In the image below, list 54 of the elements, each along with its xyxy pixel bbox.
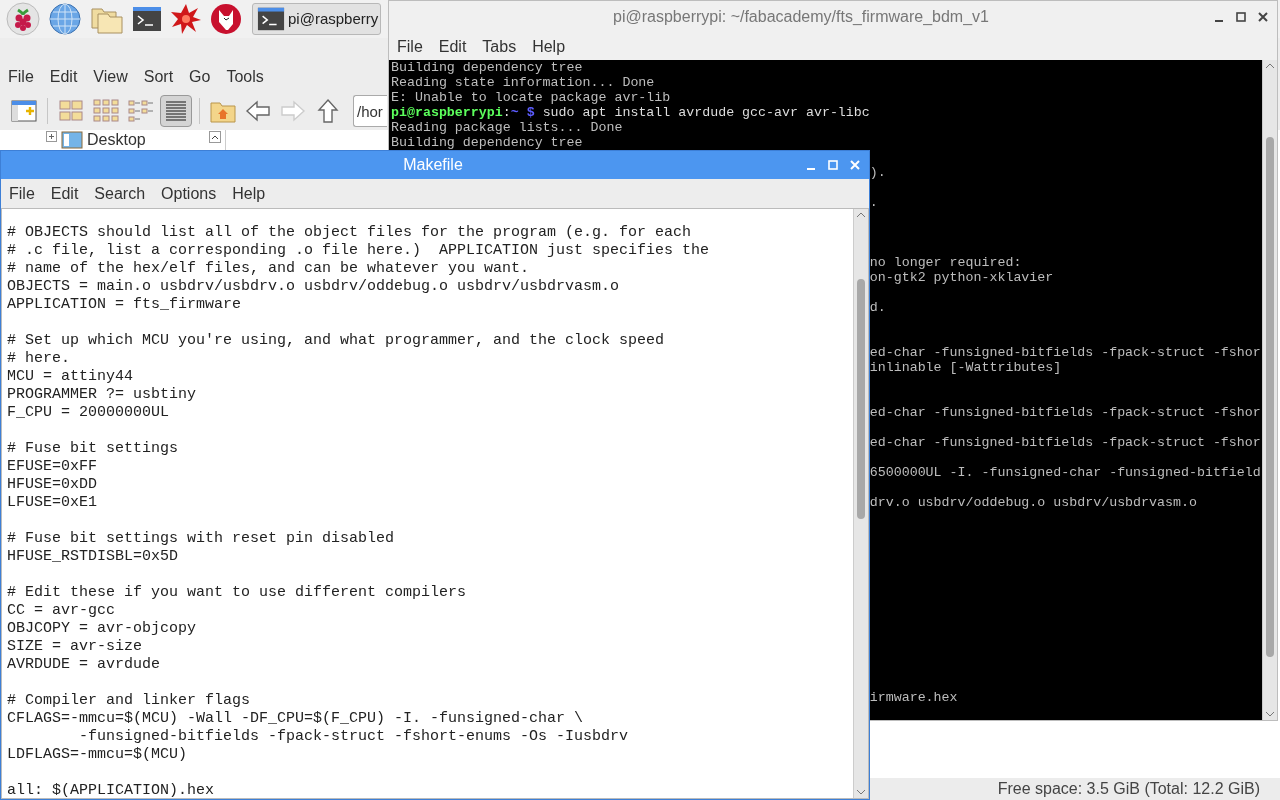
terminal-line: inlinable [-Wattributes] [869,360,1062,375]
window-title: Makefile [402,155,464,175]
menu-item[interactable]: Help [224,181,274,206]
terminal-line: . [869,195,878,210]
terminal-line: Reading state information... Done [390,75,655,90]
menu-item[interactable]: Edit [41,65,86,89]
new-window-icon [10,98,38,124]
menu-item[interactable]: Sort [135,65,182,89]
expander-icon[interactable] [46,131,57,142]
detailed-list-button[interactable] [160,95,192,127]
menu-item[interactable]: Search [86,181,154,206]
animal-head-icon[interactable] [210,3,242,35]
menu-item[interactable]: Go [181,65,219,89]
menu-item[interactable]: File [1,181,43,206]
menu-item[interactable]: Tools [218,65,272,89]
menu-item[interactable]: File [0,65,42,89]
terminal-icon[interactable] [132,4,162,34]
menu-item[interactable]: Edit [430,34,475,59]
terminal-line: Building dependency tree [390,135,583,150]
terminal-line: pi@raspberrypi:~ $ sudo apt install avrdude gcc-avr avr-libc [390,105,870,120]
close-icon[interactable] [1257,11,1269,23]
menu-item[interactable]: Edit [42,181,87,206]
maximize-icon[interactable] [1235,11,1247,23]
starburst-icon[interactable] [170,3,202,35]
tree-item[interactable]: Desktop [87,131,146,148]
terminal-line: drv.o usbdrv/oddebug.o usbdrv/usbdrvasm.o [869,495,1197,510]
terminal-line: ). [869,165,886,180]
terminal-line: on-gtk2 python-xklavier [869,270,1054,285]
terminal-icon [257,5,285,33]
terminal-line: Reading package lists... Done [390,120,623,135]
terminal-line: E: Unable to locate package avr-lib [390,90,671,105]
terminal-line: ed-char -funsigned-bitfields -fpack-struct -fshor [869,405,1261,420]
menu-item[interactable]: Tabs [474,34,525,59]
terminal-line: 6500000UL -I. -funsigned-char -funsigned-bitfield [869,465,1261,480]
taskbar-button[interactable]: pi@raspberry [252,3,382,35]
raspberry-icon[interactable] [6,2,40,36]
terminal-line: irmware.hex [869,690,958,705]
terminal-line: no longer required: [869,255,1022,270]
scrollbar-thumb[interactable] [857,279,865,519]
path-field[interactable]: /hor [353,95,387,127]
terminal-line: Building dependency tree [390,60,583,75]
terminal-line: ed-char -funsigned-bitfields -fpack-struct -fshor [869,345,1261,360]
terminal-line: ed-char -funsigned-bitfields -fpack-struct -fshor [869,435,1261,450]
scrollbar-thumb[interactable] [1266,137,1274,657]
compact-list-icon [127,97,155,125]
terminal-line: d. [869,300,886,315]
small-grid-icon [92,97,120,125]
menu-item[interactable]: Options [153,181,225,206]
scroll-up-icon[interactable] [209,131,221,143]
menu-item[interactable]: View [85,65,136,89]
menu-item[interactable]: File [389,34,431,59]
window-title: pi@raspberrypi: ~/fabacademy/fts_firmware_bdm_v1 [612,7,990,27]
menu-item[interactable]: Help [524,34,574,59]
globe-icon[interactable] [48,2,82,36]
